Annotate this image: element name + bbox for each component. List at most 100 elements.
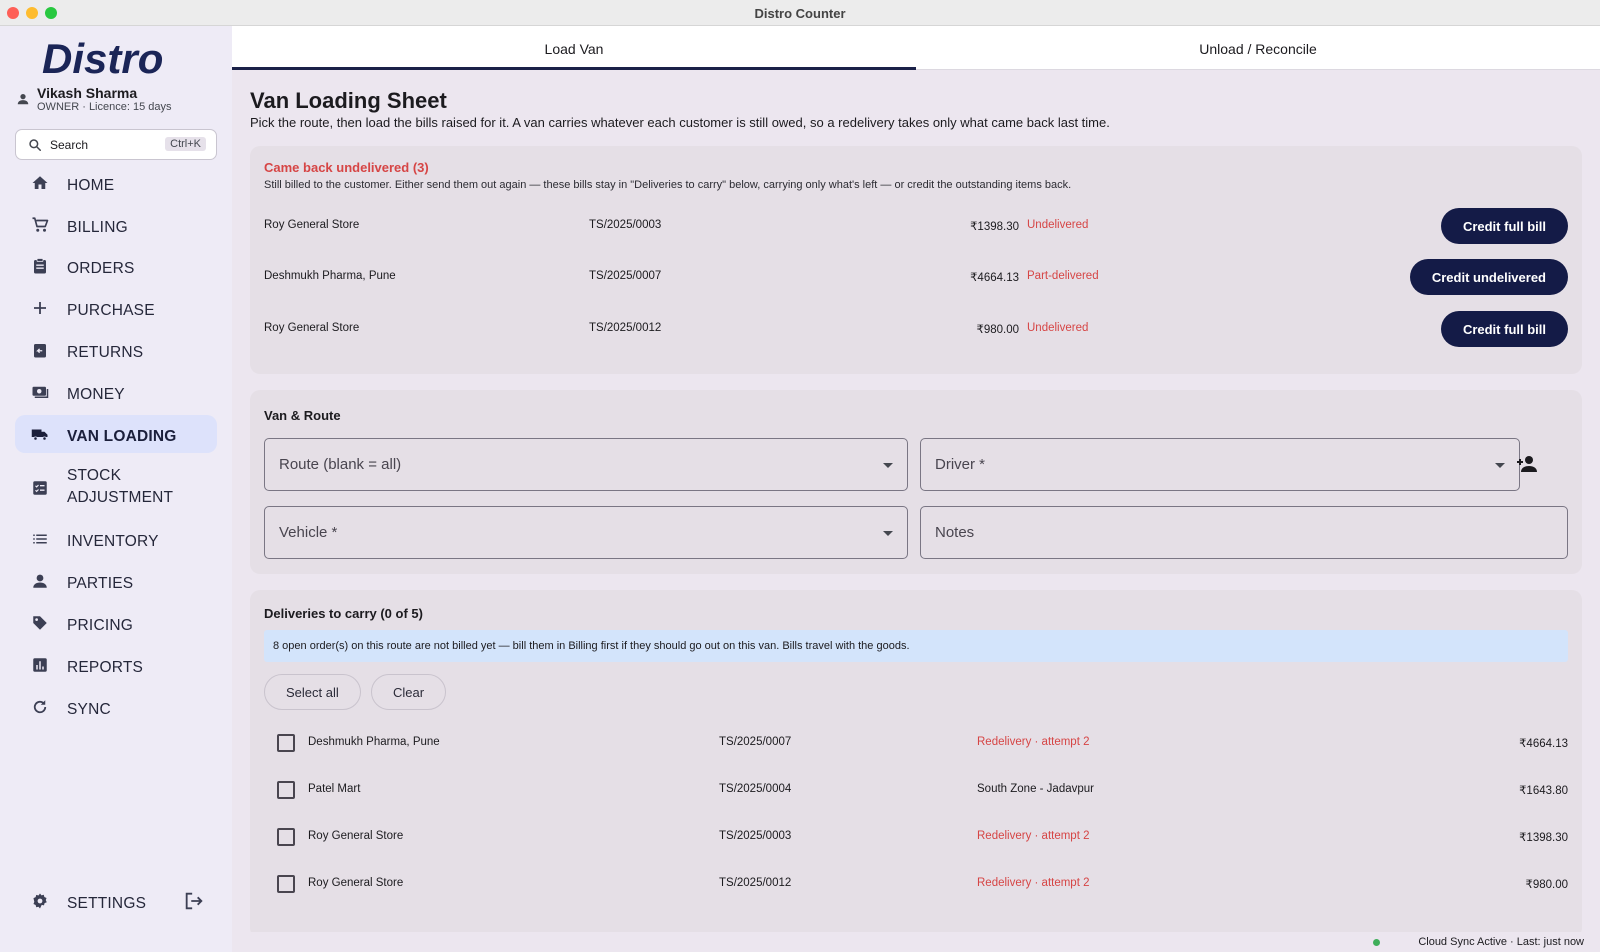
nav-item-reports[interactable]: REPORTS — [15, 646, 217, 684]
sidebar: Distro Vikash Sharma OWNER · Licence: 15… — [0, 26, 232, 952]
money-icon — [32, 386, 49, 398]
delivery-checkbox[interactable] — [277, 875, 295, 893]
nav-label: STOCK ADJUSTMENT — [67, 467, 174, 506]
undelivered-card: Came back undelivered (3) Still billed t… — [250, 146, 1582, 374]
nav-label: VAN LOADING — [67, 428, 177, 445]
delivery-row[interactable]: Roy General Store TS/2025/0003 Redeliver… — [264, 818, 1568, 858]
nav-item-pricing[interactable]: PRICING — [15, 604, 217, 642]
person-icon — [17, 94, 29, 105]
credit-undelivered-button[interactable]: Credit undelivered — [1409, 259, 1568, 295]
undelivered-row: Roy General Store TS/2025/0003 ₹1398.30 … — [264, 208, 1568, 244]
delivery-row[interactable]: Patel Mart TS/2025/0004 South Zone - Jad… — [264, 771, 1568, 811]
nav-label: MONEY — [67, 386, 125, 403]
select-all-button[interactable]: Select all — [264, 674, 361, 710]
sync-status-dot — [1373, 939, 1380, 946]
user-role: OWNER · Licence: 15 days — [37, 101, 172, 113]
search-icon — [29, 139, 42, 152]
app-window: Distro Counter Distro Vikash Sharma OWNE… — [0, 0, 1600, 952]
party-name: Patel Mart — [308, 783, 361, 795]
nav-item-sync[interactable]: SYNC — [15, 688, 217, 726]
undelivered-row: Deshmukh Pharma, Pune TS/2025/0007 ₹4664… — [264, 259, 1568, 295]
bill-number: TS/2025/0003 — [719, 830, 792, 842]
gear-icon — [33, 893, 47, 909]
route-name: South Zone - Jadavpur — [977, 783, 1094, 795]
bill-amount: ₹4664.13 — [970, 272, 1019, 284]
main-content: Load Van Unload / Reconcile Van Loading … — [232, 26, 1600, 938]
add-driver-icon[interactable] — [1515, 452, 1539, 476]
clear-button[interactable]: Clear — [371, 674, 447, 710]
delivery-row[interactable]: Deshmukh Pharma, Pune TS/2025/0007 Redel… — [264, 724, 1568, 764]
search-shortcut: Ctrl+K — [165, 137, 206, 151]
bill-amount: ₹980.00 — [1525, 879, 1569, 891]
delivery-checkbox[interactable] — [277, 828, 295, 846]
unbilled-orders-info: 8 open order(s) on this route are not bi… — [264, 630, 1568, 662]
search-box[interactable]: Search Ctrl+K — [15, 129, 217, 160]
status-bar: Cloud Sync Active · Last: just now — [232, 932, 1600, 952]
dropdown-caret-icon — [883, 463, 893, 468]
party-name: Deshmukh Pharma, Pune — [308, 736, 440, 748]
nav-label: RETURNS — [67, 344, 144, 361]
nav-item-returns[interactable]: RETURNS — [15, 331, 217, 369]
vehicle-select[interactable]: Vehicle * — [264, 506, 908, 559]
delivery-status: Undelivered — [1027, 219, 1089, 231]
undelivered-row: Roy General Store TS/2025/0012 ₹980.00 U… — [264, 311, 1568, 347]
bill-amount: ₹4664.13 — [1519, 738, 1568, 750]
credit-full-bill-button[interactable]: Credit full bill — [1440, 311, 1568, 347]
info-text: 8 open order(s) on this route are not bi… — [273, 640, 910, 652]
page-subtitle: Pick the route, then load the bills rais… — [250, 115, 1110, 130]
van-route-title: Van & Route — [264, 408, 341, 423]
party-name: Roy General Store — [264, 219, 360, 231]
search-label: Search — [50, 138, 89, 152]
checklist-icon — [33, 481, 47, 495]
bill-number: TS/2025/0012 — [719, 877, 792, 889]
credit-full-bill-button[interactable]: Credit full bill — [1440, 208, 1568, 244]
party-name: Roy General Store — [308, 877, 404, 889]
party-name: Deshmukh Pharma, Pune — [264, 270, 396, 282]
route-select[interactable]: Route (blank = all) — [264, 438, 908, 491]
nav-item-orders[interactable]: ORDERS — [15, 247, 217, 285]
bill-amount: ₹980.00 — [976, 324, 1020, 336]
delivery-note: Redelivery · attempt 2 — [977, 877, 1090, 889]
tab-load-van[interactable]: Load Van — [232, 26, 916, 70]
nav-label: REPORTS — [67, 659, 144, 676]
deliveries-card: Deliveries to carry (0 of 5) 8 open orde… — [250, 590, 1582, 938]
nav-item-home[interactable]: HOME — [15, 164, 217, 202]
delivery-status: Undelivered — [1027, 322, 1089, 334]
bill-number: TS/2025/0007 — [719, 736, 792, 748]
bill-number: TS/2025/0003 — [589, 219, 662, 231]
nav-item-parties[interactable]: PARTIES — [15, 562, 217, 600]
undelivered-title: Came back undelivered (3) — [264, 160, 429, 175]
tab-bar: Load Van Unload / Reconcile — [232, 26, 1600, 70]
tag-icon — [33, 616, 47, 630]
delivery-checkbox[interactable] — [277, 734, 295, 752]
notes-field[interactable]: Notes — [920, 506, 1568, 559]
delivery-note: Redelivery · attempt 2 — [977, 736, 1090, 748]
user-name: Vikash Sharma — [37, 85, 138, 101]
nav-item-stock-adjustment[interactable]: STOCK ADJUSTMENT — [15, 465, 217, 511]
nav-item-inventory[interactable]: INVENTORY — [15, 520, 217, 558]
plus-icon — [34, 302, 46, 314]
nav-label: INVENTORY — [67, 533, 159, 550]
logo-text: Distro — [42, 37, 163, 81]
cart-icon — [32, 217, 49, 232]
home-icon — [32, 176, 48, 189]
delivery-row[interactable]: Roy General Store TS/2025/0012 Redeliver… — [264, 865, 1568, 905]
list-icon — [33, 534, 47, 544]
person-icon — [33, 574, 47, 588]
nav-item-money[interactable]: MONEY — [15, 373, 217, 411]
tab-unload-reconcile[interactable]: Unload / Reconcile — [916, 26, 1600, 70]
nav-label: HOME — [67, 177, 115, 194]
dropdown-caret-icon — [883, 531, 893, 536]
sync-icon — [33, 700, 47, 714]
nav-item-billing[interactable]: BILLING — [15, 206, 217, 244]
window-title: Distro Counter — [754, 6, 846, 21]
route-select-label: Route (blank = all) — [279, 456, 402, 473]
logout-icon[interactable] — [183, 890, 205, 912]
nav-item-van-loading[interactable]: VAN LOADING — [15, 415, 217, 453]
deliveries-title: Deliveries to carry (0 of 5) — [264, 606, 423, 621]
party-name: Roy General Store — [264, 322, 360, 334]
driver-select[interactable]: Driver * — [920, 438, 1520, 491]
nav-item-purchase[interactable]: PURCHASE — [15, 289, 217, 327]
nav-label: SYNC — [67, 701, 111, 718]
delivery-checkbox[interactable] — [277, 781, 295, 799]
